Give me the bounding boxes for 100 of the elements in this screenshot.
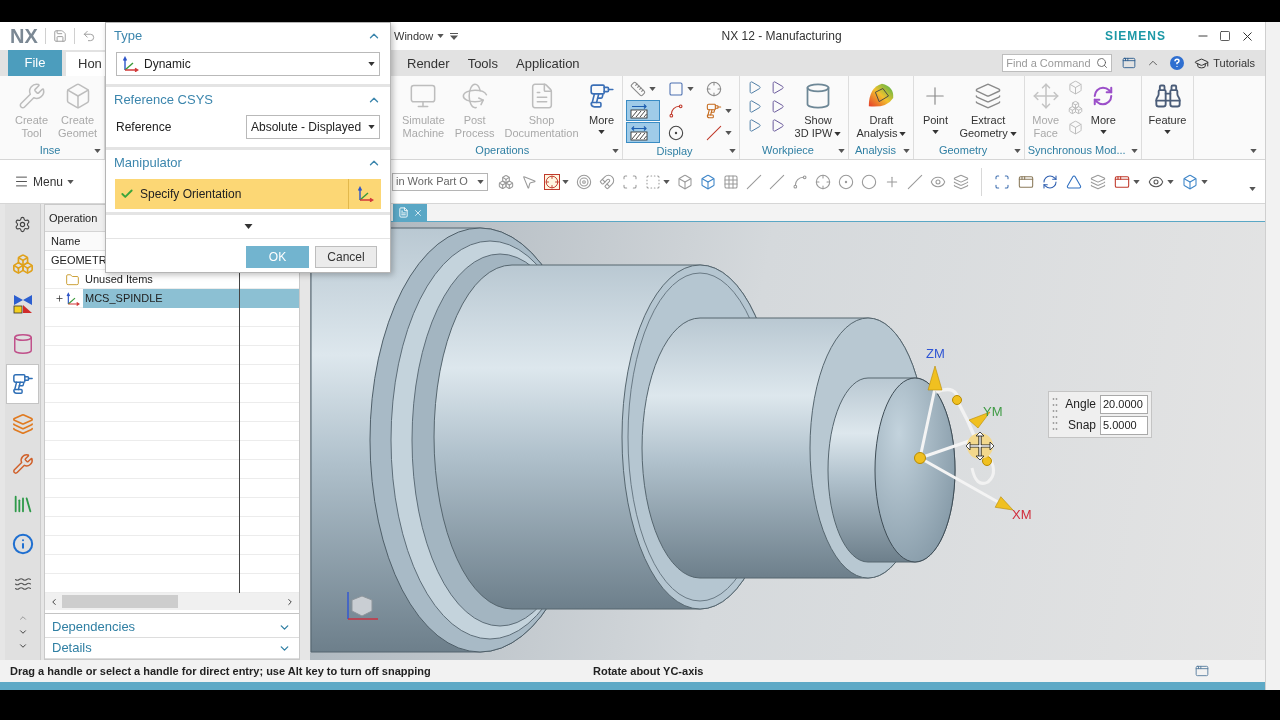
cube-icon[interactable] [1182, 173, 1198, 190]
boxes-icon[interactable] [1067, 100, 1083, 115]
caret-icon[interactable] [728, 149, 736, 154]
play-outline-icon[interactable] [769, 118, 785, 133]
ribbon-button[interactable]: Show 3D IPW [790, 76, 846, 140]
window-icon[interactable] [1122, 56, 1137, 70]
ribbon-button[interactable]: Extract Geometry [955, 76, 1021, 140]
scroll-right-icon[interactable] [285, 596, 295, 607]
caret-icon[interactable] [1013, 148, 1021, 153]
corner-brackets-icon[interactable] [994, 173, 1010, 190]
section-header[interactable]: Type [106, 23, 390, 48]
cube-icon[interactable] [700, 173, 716, 190]
menu-button[interactable]: Menu [14, 172, 75, 191]
crosshair-icon[interactable] [815, 173, 831, 190]
ribbon-tab[interactable]: Application [504, 52, 586, 76]
ribbon-tab[interactable]: Hon [66, 52, 105, 76]
panel-header[interactable]: Dependencies [45, 617, 299, 638]
target-icon[interactable] [576, 173, 592, 190]
caret-icon[interactable] [611, 148, 619, 153]
scroll-left-icon[interactable] [49, 596, 59, 607]
scrollbar-thumb[interactable] [62, 595, 178, 608]
refresh-icon[interactable] [1042, 173, 1058, 190]
grid-icon[interactable] [723, 173, 739, 190]
section-header[interactable]: Reference CSYS [106, 87, 390, 112]
line-icon[interactable] [907, 173, 923, 190]
caret-icon[interactable] [663, 179, 670, 184]
circle-dot-icon[interactable] [838, 173, 854, 190]
scroll-down-icon[interactable] [17, 627, 28, 637]
ribbon-button[interactable]: More [1086, 76, 1120, 134]
play-outline-icon[interactable] [769, 80, 785, 95]
crosshair-icon[interactable] [544, 173, 560, 190]
ribbon-button[interactable]: Feature [1144, 76, 1191, 134]
dropdown[interactable]: Dynamic [116, 52, 380, 76]
selection-step[interactable]: Specify Orientation [115, 179, 381, 209]
tutorials-link[interactable]: Tutorials [1194, 54, 1255, 72]
undo-icon[interactable] [81, 29, 96, 43]
command-search-field[interactable]: Find a Command [1002, 54, 1113, 72]
ribbon-tab[interactable]: Tools [455, 52, 504, 76]
manipulator-drawing[interactable] [914, 365, 1014, 511]
magnet-icon[interactable] [599, 173, 615, 190]
display-toggle[interactable] [625, 122, 660, 143]
caret-icon[interactable] [903, 148, 911, 153]
cancel-button[interactable]: Cancel [315, 246, 377, 268]
customize-icon[interactable] [450, 32, 459, 40]
circle-icon[interactable] [861, 173, 877, 190]
number-field[interactable]: 20.0000 [1100, 394, 1148, 414]
cubes-icon[interactable] [498, 173, 514, 190]
pointer-icon[interactable] [521, 173, 537, 190]
play-outline-icon[interactable] [769, 99, 785, 114]
caret-icon[interactable] [1250, 149, 1257, 153]
ribbon-button[interactable]: More [584, 76, 619, 134]
search-icon[interactable] [1096, 57, 1109, 69]
box-icon[interactable] [1067, 120, 1083, 135]
resource-tab[interactable] [6, 364, 39, 404]
selection-scope-dropdown[interactable]: in Work Part O [392, 172, 488, 191]
play-outline-icon[interactable] [746, 80, 762, 95]
more-options-icon[interactable] [243, 224, 253, 229]
caret-icon[interactable] [838, 148, 846, 153]
window-icon[interactable] [1195, 664, 1209, 678]
layers-icon[interactable] [1090, 173, 1106, 190]
tree-item[interactable]: Unused Items [83, 270, 299, 289]
number-field[interactable]: 5.0000 [1100, 415, 1148, 435]
caret-icon [899, 132, 907, 137]
caret-icon[interactable] [562, 179, 569, 184]
caret-icon[interactable] [94, 148, 102, 153]
column-header[interactable]: Name [51, 232, 81, 250]
play-outline-icon[interactable] [746, 99, 762, 114]
expand-icon[interactable] [54, 294, 64, 303]
scroll-up-icon[interactable] [17, 613, 28, 623]
caret-icon[interactable] [1249, 186, 1256, 191]
display-toggle[interactable] [625, 100, 660, 121]
caret-icon[interactable] [1133, 179, 1140, 184]
graphics-tab[interactable] [393, 204, 427, 221]
section-header[interactable]: Manipulator [106, 150, 390, 175]
caret-icon[interactable] [1167, 179, 1174, 184]
window-icon[interactable] [1018, 173, 1034, 190]
ribbon-button[interactable]: Draft Analysis [852, 76, 911, 140]
ribbon-button[interactable]: Point [917, 76, 954, 134]
scroll-down-icon[interactable] [17, 641, 28, 651]
caret-icon[interactable] [1130, 148, 1138, 153]
help-icon[interactable] [1170, 56, 1185, 70]
caret-icon[interactable] [1201, 179, 1208, 184]
panel-header[interactable]: Details [45, 638, 299, 659]
grip-icon[interactable] [1052, 396, 1058, 433]
curve-icon[interactable] [792, 173, 808, 190]
horizontal-scrollbar[interactable] [45, 593, 299, 610]
ribbon-tab[interactable]: Render [395, 52, 456, 76]
box-icon[interactable] [1067, 80, 1083, 95]
triangle-icon[interactable] [1066, 173, 1082, 190]
maximize-icon[interactable] [1219, 30, 1231, 42]
window-menu[interactable]: Window [394, 27, 445, 45]
tree-item[interactable]: MCS_SPINDLE [83, 289, 299, 308]
line-icon[interactable] [746, 173, 762, 190]
save-icon[interactable] [52, 29, 67, 43]
line-icon[interactable] [769, 173, 785, 190]
layers-icon[interactable] [953, 173, 969, 190]
box-icon[interactable] [677, 173, 693, 190]
dropdown[interactable]: Absolute - Displayed [246, 115, 380, 139]
play-outline-icon[interactable] [746, 118, 762, 133]
window-icon[interactable] [1114, 173, 1130, 190]
